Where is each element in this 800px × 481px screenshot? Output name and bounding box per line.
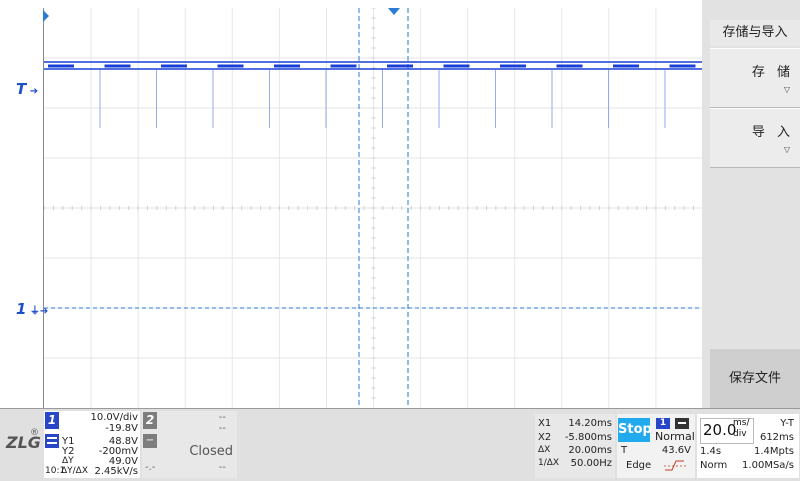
load-softkey-label: 导 入 — [751, 125, 794, 140]
memory-depth: 1.4Mpts — [753, 446, 794, 457]
cursor-inv-label: 1/ΔX — [538, 458, 560, 468]
top-strip — [43, 0, 702, 8]
ch2-value: -- — [218, 462, 226, 473]
save-softkey-label: 存 储 — [751, 65, 794, 80]
cursor-x2-label: X2 — [538, 432, 552, 443]
edge-rising-icon — [664, 457, 688, 476]
ch1-badge: 1 — [45, 412, 59, 429]
cursor-x2-value: -5.800ms — [564, 432, 612, 443]
ch2-dash: -.- — [145, 462, 156, 473]
ch2-status: Closed — [189, 444, 233, 459]
load-softkey[interactable]: 导 入 ▽ — [710, 108, 800, 168]
trigger-source-badge: 1 — [656, 418, 670, 429]
timebase-unit-bottom: div — [733, 429, 747, 439]
ch1-coupling-icon — [45, 434, 59, 448]
cursor-dx-value: 20.00ms — [568, 445, 612, 456]
ch1-dy-label: ΔY — [62, 456, 74, 466]
registered-mark: ® — [30, 428, 39, 438]
ch2-badge: 2 — [143, 412, 157, 429]
save-file-button[interactable]: 保存文件 — [710, 349, 800, 408]
trigger-coupling-icon — [675, 418, 689, 429]
trigger-level-label: T — [621, 445, 628, 456]
timebase-mode: Y-T — [780, 418, 794, 429]
run-stop-indicator[interactable]: Stop — [618, 418, 652, 442]
ch1-ground-marker[interactable]: 1 ⏚➔ — [16, 300, 48, 318]
trigger-marker-label: T — [16, 80, 27, 98]
chevron-down-icon: ▽ — [783, 145, 790, 154]
ch2-scale: -- — [218, 412, 226, 423]
acq-span: 1.4s — [700, 446, 722, 457]
trigger-type: Edge — [626, 460, 652, 471]
timebase-unit-top: ms/ — [733, 418, 750, 428]
left-margin — [0, 0, 43, 408]
menu-title: 存储与导入 — [710, 20, 800, 46]
scope-screen[interactable] — [43, 7, 722, 408]
cursor-x1-label: X1 — [538, 418, 552, 429]
trigger-position-marker-icon[interactable] — [388, 8, 400, 15]
save-softkey[interactable]: 存 储 ▽ — [710, 48, 800, 108]
ch2-offset: -- — [218, 423, 226, 434]
timebase-value: 20.0 — [703, 421, 737, 439]
timebase-delay: 612ms — [759, 432, 794, 443]
ch1-scale: 10.0V/div — [90, 412, 138, 423]
chevron-down-icon: ▽ — [783, 85, 790, 94]
trigger-mode: Normal — [655, 430, 695, 443]
cursor-inv-value: 50.00Hz — [570, 458, 612, 469]
cursor-dx-label: ΔX — [538, 445, 551, 455]
trigger-level-value: 43.6V — [661, 445, 691, 456]
ch1-marker-label: 1 — [16, 300, 27, 318]
acq-mode: Norm — [700, 460, 728, 471]
left-edge-marker-icon — [43, 10, 49, 22]
cursor-x1-value: 14.20ms — [568, 418, 612, 429]
trigger-level-marker[interactable]: T ➔ — [16, 80, 38, 98]
sample-rate: 1.00MSa/s — [742, 460, 794, 471]
waveform-display[interactable] — [43, 7, 722, 408]
ch2-coupling-icon: − — [143, 434, 157, 448]
ch1-offset: -19.8V — [105, 423, 138, 434]
ch1-rate-value: 2.45kV/s — [94, 466, 138, 477]
